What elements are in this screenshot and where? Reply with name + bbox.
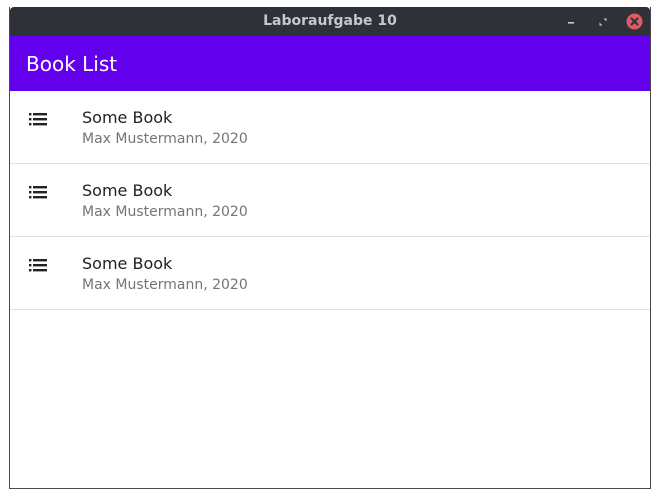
book-author-year: Max Mustermann, 2020 xyxy=(82,277,248,293)
app-bar-title: Book List xyxy=(26,51,118,76)
book-list-item[interactable]: Some Book Max Mustermann, 2020 xyxy=(10,164,650,237)
book-author-year: Max Mustermann, 2020 xyxy=(82,204,248,220)
book-list-item[interactable]: Some Book Max Mustermann, 2020 xyxy=(10,91,650,164)
book-list: Some Book Max Mustermann, 2020 Some Book… xyxy=(10,91,650,310)
list-icon xyxy=(29,259,47,272)
close-button[interactable] xyxy=(626,13,643,30)
book-title: Some Book xyxy=(82,108,173,127)
maximize-button[interactable] xyxy=(594,13,611,30)
app-window: Laboraufgabe 10 Book List Some Book Max … xyxy=(9,7,651,489)
list-icon xyxy=(29,113,47,126)
window-title: Laboraufgabe 10 xyxy=(263,13,397,29)
maximize-icon xyxy=(599,18,606,25)
book-list-item[interactable]: Some Book Max Mustermann, 2020 xyxy=(10,237,650,310)
minimize-button[interactable] xyxy=(562,13,579,30)
list-icon xyxy=(29,186,47,199)
book-title: Some Book xyxy=(82,181,173,200)
minimize-icon xyxy=(567,21,574,24)
close-icon xyxy=(626,13,643,30)
app-bar: Book List xyxy=(10,36,650,91)
book-author-year: Max Mustermann, 2020 xyxy=(82,131,248,147)
book-title: Some Book xyxy=(82,254,173,273)
title-bar[interactable]: Laboraufgabe 10 xyxy=(10,7,650,36)
